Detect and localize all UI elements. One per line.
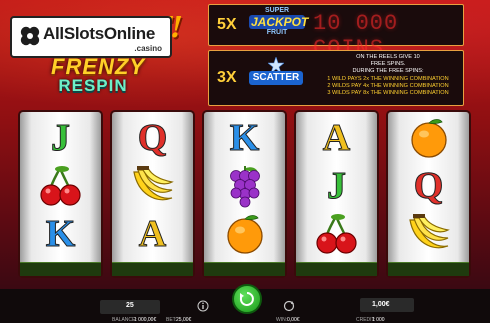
reel-footer [112,262,193,276]
game-title-logo: FRENZY RESPIN [18,54,168,96]
jackpot-panel: 5X SUPER JACKPOT FRUIT 10 000 COINS [208,4,464,61]
rule-line-5: 2 WILDS PAY 4x THE WINNING COMBINATION [327,82,449,89]
symbol-j: J [51,117,71,160]
banana-icon [128,164,178,208]
badge-super: SUPER [264,7,290,14]
lines-value: 25 [126,302,134,309]
reel-footer [204,262,285,276]
symbol-k: K [229,117,260,160]
rule-line-3: DURING THE FREE SPINS: [352,68,424,75]
win-label: WIN: [276,317,288,323]
rule-line-2: FREE SPINS. [370,61,406,68]
reel-5: Q [388,112,469,276]
win-value: 0,00€ [287,317,300,323]
coin-value: 1,00€ [372,301,390,308]
credit-value: 1 000 [372,317,385,323]
badge-jackpot: JACKPOT [249,15,309,29]
bet-label: BET: [166,317,177,323]
watermark-subtext: .casino [134,44,162,53]
watermark-logo: AllSlotsOnline .casino [10,16,172,58]
symbol-k: K [45,213,76,256]
game-stage: AllSlotsOnline .casino FRENZY RESPIN T! … [0,0,490,323]
rule-line-4: 1 WILD PAYS 2x THE WINNING COMBINATION [327,75,449,82]
scatter-multiplier: 3X [217,69,237,86]
balance-value: 1 000,00€ [134,317,157,323]
scatter-word: SCATTER [249,71,303,85]
symbol-q: Q [413,165,444,208]
reel-2: QA [112,112,193,276]
symbol-a: A [138,213,167,256]
clover-icon [20,26,40,46]
title-respin: RESPIN [58,76,128,95]
rule-line-1: ON THE REELS GIVE 10 [356,54,420,60]
autoplay-icon[interactable] [283,300,295,312]
scatter-panel: 3X SCATTER ON THE REELS GIVE 10 FREE SPI… [208,50,464,106]
spin-button[interactable] [232,284,262,314]
orange-icon [220,212,270,256]
reel-footer [388,262,469,276]
badge-fruit: FRUIT [266,29,288,36]
watermark-text: AllSlotsOnline [43,24,155,43]
reel-4: AJ [296,112,377,276]
reel-1: JK [20,112,101,276]
scatter-rules: ON THE REELS GIVE 10 FREE SPINS. DURING … [313,54,463,97]
cherry-icon [312,212,362,256]
jackpot-multiplier: 5X [217,16,237,33]
spin-arrow-icon [239,292,254,306]
orange-icon [404,116,454,160]
super-jackpot-fruit-badge: SUPER JACKPOT FRUIT [249,7,309,43]
grapes-icon [220,164,270,208]
scatter-badge: SCATTER [249,57,303,97]
symbol-q: Q [137,117,168,160]
reel-footer [20,262,101,276]
info-icon[interactable] [197,300,209,312]
cherry-icon [36,164,86,208]
symbol-a: A [322,117,351,160]
symbol-j: J [327,165,347,208]
banana-icon [404,212,454,256]
reel-3: K [204,112,285,276]
bet-value: 25,00€ [176,317,192,323]
reel-footer [296,262,377,276]
rule-line-6: 3 WILDS PAY 8x THE WINNING COMBINATION [327,90,449,97]
